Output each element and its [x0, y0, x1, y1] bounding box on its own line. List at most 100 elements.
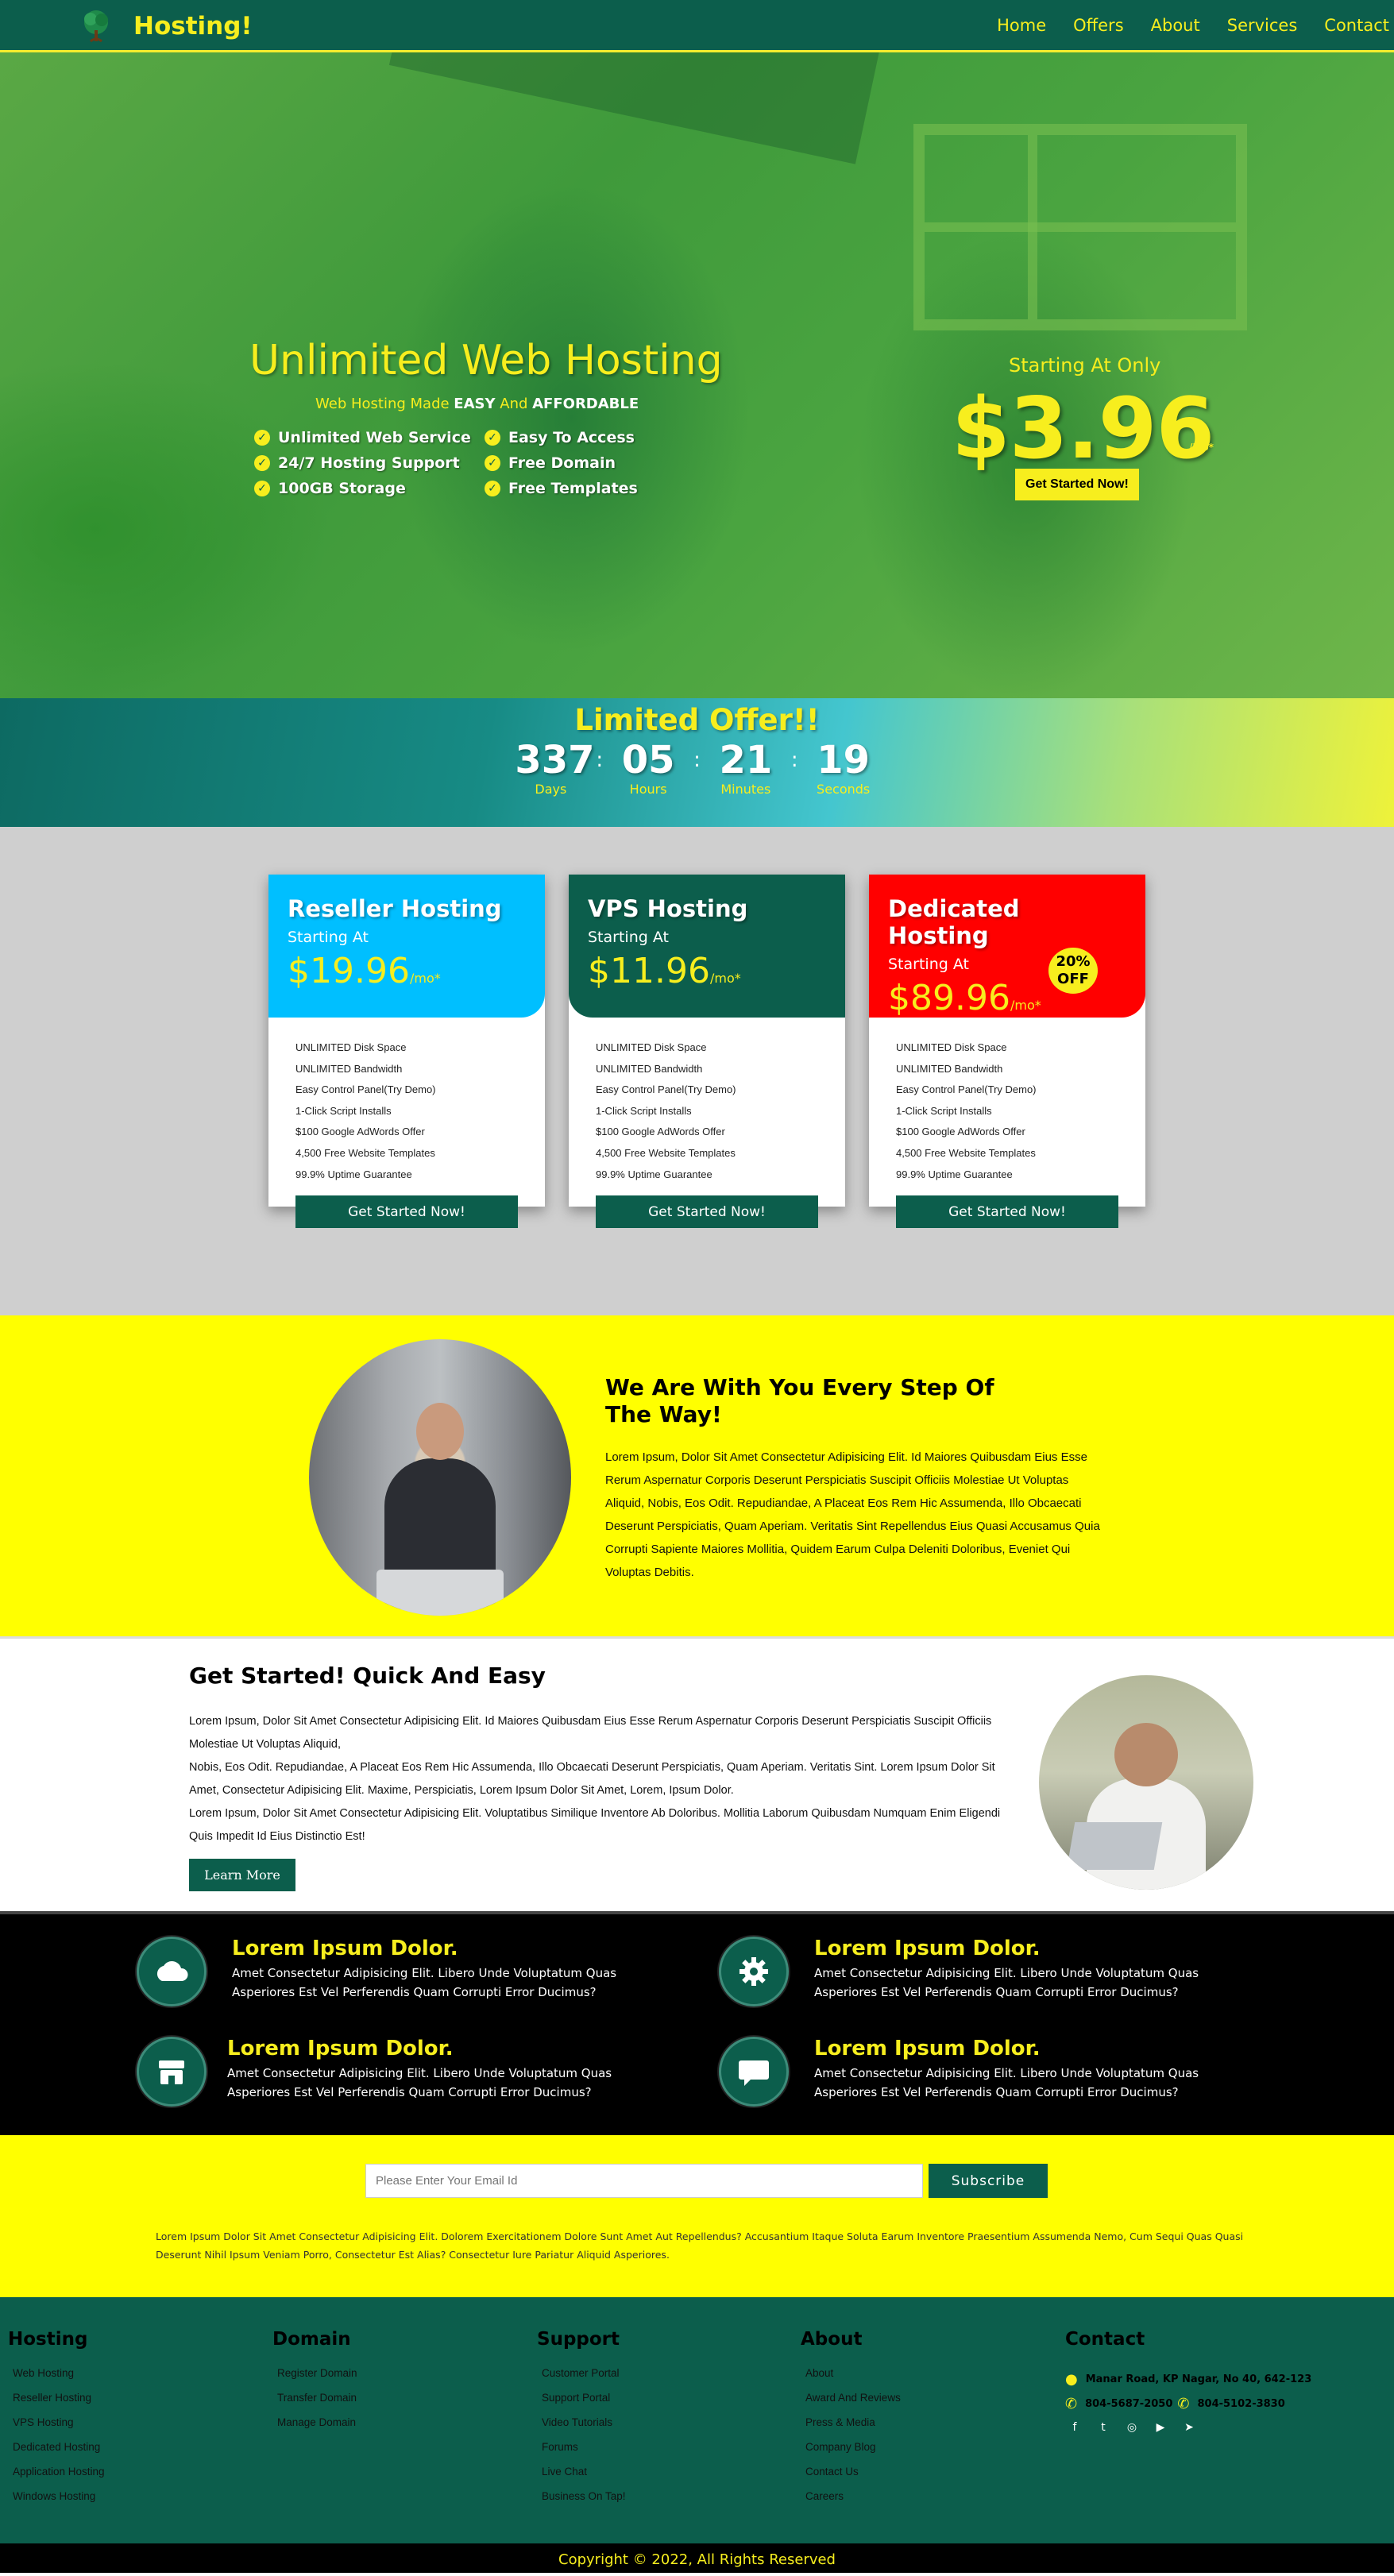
hero-banner: Unlimited Web Hosting Web Hosting Made E…	[0, 52, 1394, 698]
footer-link[interactable]: About	[801, 2367, 901, 2392]
telegram-icon[interactable]: ➤	[1180, 2418, 1199, 2437]
footer-link[interactable]: Company Blog	[801, 2441, 901, 2466]
hero-feature-label: 100GB Storage	[278, 480, 406, 497]
nav-about[interactable]: About	[1151, 16, 1200, 35]
footer-link[interactable]: Support Portal	[537, 2392, 626, 2416]
footer-link[interactable]: Contact Us	[801, 2466, 901, 2490]
footer-link[interactable]: Application Hosting	[8, 2466, 105, 2490]
instagram-icon[interactable]: ◎	[1122, 2418, 1141, 2437]
footer-link[interactable]: Forums	[537, 2441, 626, 2466]
countdown-label: Minutes	[720, 782, 771, 797]
plan-name: Reseller Hosting	[288, 895, 502, 922]
contact-address: ● Manar Road, KP Nagar, No 40, 642-123	[1065, 2367, 1311, 2392]
feature-item: Lorem Ipsum Dolor. Amet Consectetur Adip…	[137, 1937, 677, 2006]
logo[interactable]: Hosting!	[76, 6, 253, 46]
plan-feature: 4,500 Free Website Templates	[596, 1146, 736, 1159]
check-icon: ✓	[254, 455, 270, 471]
tagline-text: Web Hosting Made	[315, 396, 454, 412]
plan-feature-list: UNLIMITED Disk Space UNLIMITED Bandwidth E…	[268, 1018, 545, 1189]
learn-more-button[interactable]: Learn More	[189, 1859, 295, 1891]
nav-services[interactable]: Services	[1227, 16, 1298, 35]
footer-col-hosting: Hosting Web Hosting Reseller Hosting VPS H…	[8, 2329, 105, 2515]
hero-feature-label: Free Templates	[508, 480, 638, 497]
card-header: Dedicated Hosting Starting At $89.96/mo*…	[869, 875, 1145, 1018]
feature-title: Lorem Ipsum Dolor.	[232, 1937, 458, 1960]
feature-desc: Amet Consectetur Adipisicing Elit. Liber…	[227, 2066, 612, 2099]
quick-start-section: Get Started! Quick And Easy Lorem Ipsum,…	[0, 1636, 1394, 1911]
footer-link[interactable]: Press & Media	[801, 2416, 901, 2441]
footer-col-title: Contact	[1065, 2329, 1145, 2350]
countdown-value: 19	[817, 738, 871, 782]
footer-link[interactable]: Manage Domain	[272, 2416, 357, 2441]
nav-offers[interactable]: Offers	[1073, 16, 1124, 35]
hero-feature: ✓ Free Domain	[485, 454, 699, 472]
plan-feature-list: UNLIMITED Disk Space UNLIMITED Bandwidth E…	[869, 1018, 1145, 1189]
footer-link[interactable]: VPS Hosting	[8, 2416, 105, 2441]
phone-icon: ✆	[1177, 2396, 1190, 2412]
hero-feature-label: 24/7 Hosting Support	[278, 454, 460, 472]
photo-laptop	[1066, 1822, 1163, 1870]
plan-feature: 99.9% Uptime Guarantee	[596, 1168, 712, 1180]
plan-feature: 99.9% Uptime Guarantee	[896, 1168, 1013, 1180]
feature-text: Lorem Ipsum Dolor. Amet Consectetur Adip…	[814, 1937, 1259, 2002]
footer-link[interactable]: Careers	[801, 2490, 901, 2515]
footer-link[interactable]: Web Hosting	[8, 2367, 105, 2392]
check-icon: ✓	[485, 481, 500, 496]
countdown-minutes: 21 Minutes	[710, 739, 782, 797]
footer-link[interactable]: Live Chat	[537, 2466, 626, 2490]
twitter-icon[interactable]: t	[1094, 2418, 1113, 2437]
footer-col-domain: Domain Register Domain Transfer Domain Man…	[272, 2329, 357, 2441]
plan-price-unit: /mo*	[1010, 998, 1041, 1013]
subscribe-button[interactable]: Subscribe	[929, 2164, 1048, 2198]
check-icon: ✓	[254, 481, 270, 496]
tagline-affordable: AFFORDABLE	[532, 396, 639, 412]
footer: Hosting Web Hosting Reseller Hosting VPS H…	[0, 2297, 1394, 2540]
countdown-value: 337	[515, 738, 595, 782]
footer-link[interactable]: Reseller Hosting	[8, 2392, 105, 2416]
plan-feature-list: UNLIMITED Disk Space UNLIMITED Bandwidth E…	[569, 1018, 845, 1189]
footer-col-support: Support Customer Portal Support Portal Vid…	[537, 2329, 626, 2515]
check-icon: ✓	[485, 430, 500, 446]
plan-get-started-button[interactable]: Get Started Now!	[896, 1195, 1118, 1229]
footer-link[interactable]: Video Tutorials	[537, 2416, 626, 2441]
features-block: Lorem Ipsum Dolor. Amet Consectetur Adip…	[0, 1911, 1394, 2135]
plan-feature: $100 Google AdWords Offer	[596, 1126, 725, 1138]
plan-get-started-button[interactable]: Get Started Now!	[596, 1195, 818, 1229]
hero-get-started-button[interactable]: Get Started Now!	[1015, 469, 1139, 500]
footer-links: Customer Portal Support Portal Video Tutor…	[537, 2367, 626, 2515]
plan-feature: UNLIMITED Disk Space	[896, 1041, 1007, 1053]
discount-badge: 20% OFF	[1048, 948, 1098, 994]
footer-link[interactable]: Award And Reviews	[801, 2392, 901, 2416]
youtube-icon[interactable]: ▶	[1151, 2418, 1170, 2437]
feature-desc: Amet Consectetur Adipisicing Elit. Liber…	[232, 1966, 617, 1999]
store-icon	[137, 2037, 207, 2107]
feature-title: Lorem Ipsum Dolor.	[814, 2037, 1041, 2060]
email-input[interactable]	[365, 2164, 923, 2198]
footer-link[interactable]: Customer Portal	[537, 2367, 626, 2392]
hero-price: $3.96	[952, 380, 1214, 477]
feature-text: Lorem Ipsum Dolor. Amet Consectetur Adip…	[814, 2037, 1259, 2102]
hero-feature-list: ✓ Unlimited Web Service ✓ Easy To Access ✓…	[254, 429, 699, 497]
footer-link[interactable]: Transfer Domain	[272, 2392, 357, 2416]
footer-link[interactable]: Register Domain	[272, 2367, 357, 2392]
countdown-hours: 05 Hours	[612, 739, 684, 797]
facebook-icon[interactable]: f	[1065, 2418, 1084, 2437]
plan-feature: UNLIMITED Bandwidth	[295, 1062, 403, 1075]
plan-price: $11.96/mo*	[588, 951, 826, 991]
hero-tagline: Web Hosting Made EASY And AFFORDABLE	[315, 396, 639, 412]
countdown-separator: :	[790, 748, 798, 772]
quick-paragraph: Lorem Ipsum, Dolor Sit Amet Consectetur …	[189, 1715, 992, 1751]
plan-get-started-button[interactable]: Get Started Now!	[295, 1195, 518, 1229]
plan-feature: $100 Google AdWords Offer	[295, 1126, 425, 1138]
nav-home[interactable]: Home	[997, 16, 1046, 35]
footer-link[interactable]: Windows Hosting	[8, 2490, 105, 2515]
footer-link[interactable]: Business On Tap!	[537, 2490, 626, 2515]
plan-price-value: $89.96	[888, 978, 1010, 1018]
footer-col-contact: Contact ● Manar Road, KP Nagar, No 40, 64…	[1065, 2329, 1311, 2437]
countdown-separator: :	[693, 748, 701, 772]
footer-link[interactable]: Dedicated Hosting	[8, 2441, 105, 2466]
countdown-value: 05	[621, 738, 675, 782]
nav-contact[interactable]: Contact	[1324, 16, 1389, 35]
newsletter-text: Lorem Ipsum Dolor Sit Amet Consectetur A…	[156, 2230, 1244, 2261]
feature-item: Lorem Ipsum Dolor. Amet Consectetur Adip…	[719, 2037, 1259, 2107]
